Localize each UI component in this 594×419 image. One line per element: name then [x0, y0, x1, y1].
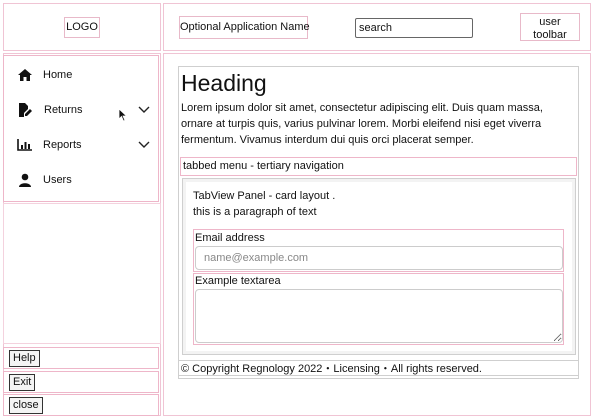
tab-panel-text: TabView Panel - card layout . this is a … — [193, 188, 335, 220]
close-button[interactable]: close — [9, 397, 43, 414]
exit-button[interactable]: Exit — [9, 374, 36, 391]
sidebar-item-label: Home — [43, 69, 73, 81]
sidebar-item-label: Reports — [43, 139, 82, 151]
file-edit-icon — [19, 103, 32, 117]
intro-paragraph: Lorem ipsum dolor sit amet, consectetur … — [181, 102, 543, 146]
app-name: Optional Application Name — [179, 16, 310, 39]
sidebar-item-users[interactable]: Users — [5, 165, 157, 195]
help-button[interactable]: Help — [9, 350, 40, 367]
user-toolbar[interactable]: user toolbar — [520, 13, 580, 41]
help-cell: Help — [3, 347, 159, 369]
footer: © Copyright Regnology 2022・Licensing・All… — [178, 360, 579, 379]
mouse-cursor-icon — [118, 108, 128, 122]
tab-panel-title: TabView Panel - card layout . — [193, 190, 336, 202]
sidebar-nav: Home Returns Reports Users — [3, 55, 159, 202]
logo[interactable]: LOGO — [64, 17, 100, 38]
sidebar-item-label: Users — [43, 174, 72, 186]
chevron-down-icon[interactable] — [137, 139, 151, 151]
search-input[interactable] — [355, 18, 473, 38]
user-icon — [19, 173, 31, 187]
chevron-down-icon[interactable] — [137, 104, 151, 116]
home-icon — [18, 69, 32, 81]
tabbed-menu[interactable]: tabbed menu - tertiary navigation — [180, 157, 577, 176]
close-cell: close — [3, 394, 159, 416]
tab-panel-paragraph: this is a paragraph of text — [193, 206, 317, 218]
sidebar-item-returns[interactable]: Returns — [5, 95, 157, 125]
bar-chart-icon — [17, 139, 32, 151]
sidebar-item-reports[interactable]: Reports — [5, 130, 157, 160]
exit-cell: Exit — [3, 371, 159, 393]
sidebar-item-home[interactable]: Home — [5, 60, 157, 90]
sidebar-item-label: Returns — [44, 104, 83, 116]
email-field[interactable] — [195, 246, 563, 270]
page-heading: Heading — [181, 70, 267, 96]
example-textarea[interactable] — [195, 289, 563, 343]
email-label: Email address — [195, 232, 265, 244]
sidebar-spacer — [3, 203, 161, 344]
textarea-label: Example textarea — [195, 275, 281, 287]
